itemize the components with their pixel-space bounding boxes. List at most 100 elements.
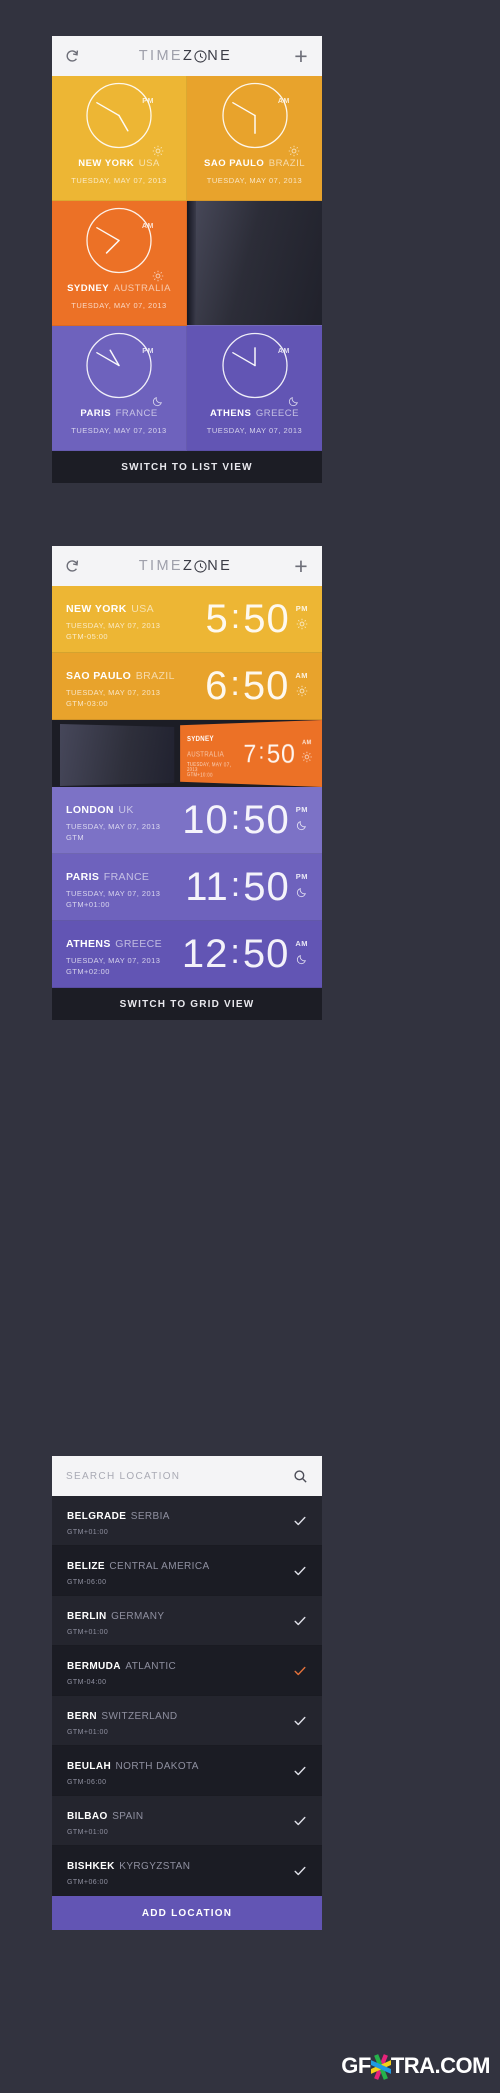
analog-clock-icon bbox=[86, 207, 152, 279]
row-hour: 5 bbox=[205, 597, 229, 641]
row-meta: PM bbox=[296, 872, 308, 903]
location-country: SERBIA bbox=[130, 1510, 170, 1522]
plus-icon[interactable]: + bbox=[291, 44, 311, 67]
add-location-button[interactable]: ADD LOCATION bbox=[52, 1896, 322, 1930]
watermark-text-1: GF bbox=[341, 2053, 371, 2078]
row-ampm: PM bbox=[295, 804, 308, 814]
search-input[interactable] bbox=[66, 1470, 266, 1482]
row-colon: : bbox=[230, 598, 242, 636]
check-icon[interactable] bbox=[293, 1764, 307, 1778]
tile-ampm: AM bbox=[277, 348, 290, 355]
location-row-bern[interactable]: BERN SWITZERLAND GTM+01:00 bbox=[52, 1696, 322, 1746]
row-hour: 7 bbox=[243, 738, 258, 768]
row-ampm: PM bbox=[295, 603, 308, 613]
check-icon[interactable] bbox=[293, 1814, 307, 1828]
location-row-bilbao[interactable]: BILBAO SPAIN GTM+01:00 bbox=[52, 1796, 322, 1846]
analog-clock-icon bbox=[221, 332, 288, 404]
logo-z: Z bbox=[183, 48, 195, 64]
location-country: GERMANY bbox=[111, 1610, 165, 1622]
row-info: SYDNEY AUSTRALIA TUESDAY, MAY 07, 2013 GTM… bbox=[187, 728, 243, 779]
location-row-bishkek[interactable]: BISHKEK KYRGYZSTAN GTM+06:00 bbox=[52, 1846, 322, 1896]
location-row-bermuda[interactable]: BERMUDA ATLANTIC GTM-04:00 bbox=[52, 1646, 322, 1696]
location-country: KYRGYZSTAN bbox=[119, 1860, 191, 1872]
clock-tile-paris[interactable]: PM PARIS FRANCE TUESDAY, MAY 07, 2013 bbox=[52, 326, 187, 451]
clock-tile-sao-paulo[interactable]: AM SAO PAULO BRAZIL TUESDAY, MAY 07, 2013 bbox=[187, 76, 322, 201]
row-gtm: GTM-03:00 bbox=[66, 698, 108, 708]
clock-tile-sydney[interactable]: AM SYDNEY AUSTRALIA TUESDAY, MAY 07, 2013 bbox=[52, 201, 187, 326]
row-country: FRANCE bbox=[103, 870, 150, 883]
clock-row-london[interactable]: LONDON UK TUESDAY, MAY 07, 2013 GTM 10:50 PM bbox=[52, 787, 322, 854]
row-gtm: GTM+10:00 bbox=[187, 772, 213, 779]
location-gtm: GTM-04:00 bbox=[67, 1679, 107, 1687]
check-icon[interactable] bbox=[293, 1664, 307, 1678]
location-gtm: GTM-06:00 bbox=[67, 1779, 107, 1787]
clock-row-paris[interactable]: PARIS FRANCE TUESDAY, MAY 07, 2013 GTM+01:… bbox=[52, 854, 322, 921]
refresh-icon[interactable] bbox=[63, 48, 80, 65]
check-icon[interactable] bbox=[293, 1614, 307, 1628]
clock-row-new-york[interactable]: NEW YORK USA TUESDAY, MAY 07, 2013 GTM-05:… bbox=[52, 586, 322, 653]
moon-icon bbox=[296, 885, 308, 903]
location-row-berlin[interactable]: BERLIN GERMANY GTM+01:00 bbox=[52, 1596, 322, 1646]
row-info: LONDON UK TUESDAY, MAY 07, 2013 GTM bbox=[66, 797, 182, 844]
check-icon[interactable] bbox=[293, 1564, 307, 1578]
row-info: NEW YORK USA TUESDAY, MAY 07, 2013 GTM-05:… bbox=[66, 596, 206, 643]
clock-row-sydney[interactable]: SYDNEY AUSTRALIA TUESDAY, MAY 07, 2013 GTM… bbox=[52, 720, 322, 787]
magnifier-icon[interactable] bbox=[293, 1469, 308, 1484]
location-gtm: GTM+06:00 bbox=[67, 1879, 109, 1887]
row-date: TUESDAY, MAY 07, 2013 bbox=[66, 620, 161, 630]
check-icon[interactable] bbox=[293, 1514, 307, 1528]
watermark-text-3: .COM bbox=[434, 2053, 491, 2078]
moon-icon bbox=[296, 952, 308, 970]
row-date: TUESDAY, MAY 07, 2013 bbox=[187, 762, 232, 773]
location-row-belgrade[interactable]: BELGRADE SERBIA GTM+01:00 bbox=[52, 1496, 322, 1546]
row-minute: 50 bbox=[242, 664, 290, 708]
location-country: ATLANTIC bbox=[125, 1660, 177, 1672]
location-row-beulah[interactable]: BEULAH NORTH DAKOTA GTM-06:00 bbox=[52, 1746, 322, 1796]
row-colon: : bbox=[230, 933, 241, 971]
logo-time: TIME bbox=[138, 558, 184, 574]
check-icon[interactable] bbox=[293, 1864, 307, 1878]
sun-icon bbox=[296, 684, 308, 702]
row-ampm: AM bbox=[295, 670, 308, 680]
location-gtm: GTM-06:00 bbox=[67, 1579, 107, 1587]
row-colon: : bbox=[230, 799, 242, 837]
grid-view-panel: TIME Z NE + PM NEW YORK USA TUESDAY, MAY 07,… bbox=[52, 36, 322, 483]
clock-row-athens[interactable]: ATHENS GREECE TUESDAY, MAY 07, 2013 GTM+02… bbox=[52, 921, 322, 988]
logo-time: TIME bbox=[138, 48, 184, 64]
clock-tile-london[interactable]: PMLONDON UKTUESDAY, MAY 07, 2013 bbox=[187, 201, 322, 326]
app-header-list: TIME Z NE + bbox=[52, 546, 322, 586]
refresh-icon[interactable] bbox=[63, 558, 80, 575]
switch-to-list-view-button[interactable]: SWITCH TO LIST VIEW bbox=[52, 451, 322, 483]
row-meta: AM bbox=[301, 740, 312, 768]
plus-icon[interactable]: + bbox=[291, 554, 311, 577]
row-country: UK bbox=[118, 803, 134, 816]
location-gtm: GTM+01:00 bbox=[67, 1629, 109, 1637]
row-3d-panel: SYDNEY AUSTRALIA TUESDAY, MAY 07, 2013 GTM… bbox=[180, 720, 322, 787]
tile-label: ATHENS GREECE TUESDAY, MAY 07, 2013 bbox=[187, 400, 322, 436]
tile-date: TUESDAY, MAY 07, 2013 bbox=[206, 175, 303, 185]
tile-date: TUESDAY, MAY 07, 2013 bbox=[71, 300, 167, 310]
location-list: BELGRADE SERBIA GTM+01:00 BELIZE CENTRAL A… bbox=[52, 1496, 322, 1896]
row-minute: 50 bbox=[242, 932, 290, 976]
clock-row-sao-paulo[interactable]: SAO PAULO BRAZIL TUESDAY, MAY 07, 2013 GTM… bbox=[52, 653, 322, 720]
check-icon[interactable] bbox=[293, 1714, 307, 1728]
tile-country: AUSTRALIA bbox=[113, 282, 171, 294]
location-row-belize[interactable]: BELIZE CENTRAL AMERICA GTM-06:00 bbox=[52, 1546, 322, 1596]
row-hour: 11 bbox=[185, 865, 229, 909]
location-info: BERLIN GERMANY GTM+01:00 bbox=[67, 1603, 293, 1638]
switch-to-grid-view-button[interactable]: SWITCH TO GRID VIEW bbox=[52, 988, 322, 1020]
location-country: SPAIN bbox=[112, 1810, 144, 1822]
location-info: BERMUDA ATLANTIC GTM-04:00 bbox=[67, 1653, 293, 1688]
tile-city: SAO PAULO bbox=[204, 157, 265, 169]
clock-tile-athens[interactable]: AM ATHENS GREECE TUESDAY, MAY 07, 2013 bbox=[187, 326, 322, 451]
row-colon: : bbox=[230, 866, 242, 904]
location-city: BERN bbox=[67, 1710, 97, 1722]
row-date: TUESDAY, MAY 07, 2013 bbox=[66, 888, 161, 898]
clock-tile-new-york[interactable]: PM NEW YORK USA TUESDAY, MAY 07, 2013 bbox=[52, 76, 187, 201]
moon-icon bbox=[296, 818, 308, 836]
location-info: BEULAH NORTH DAKOTA GTM-06:00 bbox=[67, 1753, 293, 1788]
row-date: TUESDAY, MAY 07, 2013 bbox=[66, 687, 161, 697]
location-info: BERN SWITZERLAND GTM+01:00 bbox=[67, 1703, 293, 1738]
row-colon: : bbox=[258, 738, 266, 764]
location-city: BELIZE bbox=[67, 1560, 105, 1572]
